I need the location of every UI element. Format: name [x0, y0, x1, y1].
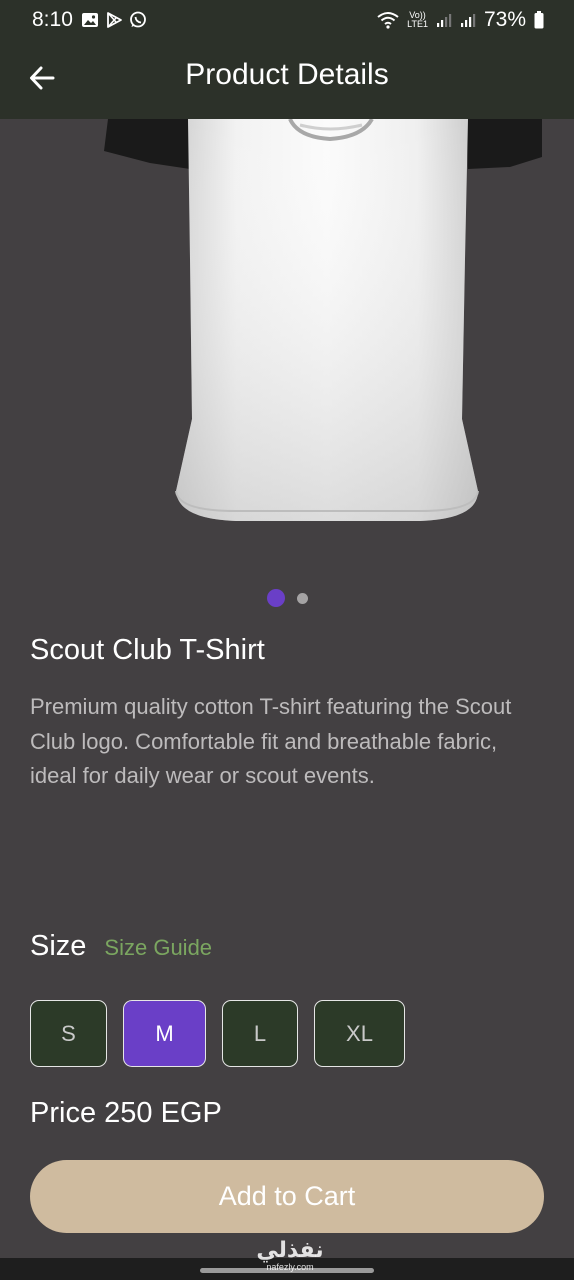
gallery-icon	[81, 13, 98, 27]
status-left: 8:10	[32, 8, 147, 32]
product-name: Scout Club T-Shirt	[30, 634, 265, 666]
app-bar: Product Details	[0, 40, 574, 119]
carousel-dot-active[interactable]	[266, 589, 285, 607]
watermark-latin: nafezly.com	[266, 1262, 314, 1272]
tshirt-image	[104, 119, 542, 521]
carousel-indicator	[0, 588, 574, 608]
size-option-xl[interactable]: XL	[314, 1000, 405, 1067]
size-option-s[interactable]: S	[30, 1000, 107, 1067]
size-guide-link[interactable]: Size Guide	[104, 935, 212, 961]
battery-icon	[534, 11, 544, 29]
size-label: Size	[30, 930, 87, 962]
add-to-cart-button[interactable]: Add to Cart	[30, 1160, 544, 1233]
signal-icon	[436, 14, 452, 27]
play-store-icon	[106, 12, 122, 28]
signal-icon-2	[460, 14, 476, 27]
status-bar: 8:10 Vo)) LTE1 73%	[0, 0, 574, 40]
size-option-m[interactable]: M	[123, 1000, 206, 1067]
carousel-dot[interactable]	[296, 592, 308, 604]
whatsapp-icon	[129, 11, 146, 28]
status-time: 8:10	[32, 8, 73, 31]
battery-percent: 73%	[483, 8, 526, 31]
wifi-icon	[377, 12, 399, 29]
size-option-l[interactable]: L	[222, 1000, 298, 1067]
notification-icons	[81, 11, 147, 29]
product-price: Price 250 EGP	[30, 1097, 222, 1129]
network-type-label: Vo)) LTE1	[407, 11, 428, 29]
status-right: Vo)) LTE1 73%	[377, 8, 544, 32]
size-options: S M L XL	[30, 1000, 405, 1067]
lte-label: LTE1	[407, 19, 428, 29]
watermark-arabic: نفذلي	[256, 1238, 324, 1263]
watermark-logo: نفذلي nafezly.com	[250, 1238, 330, 1273]
page-title: Product Details	[185, 58, 389, 91]
product-description: Premium quality cotton T-shirt featuring…	[30, 694, 512, 788]
size-header: Size Size Guide	[30, 930, 212, 963]
product-image-carousel[interactable]	[0, 119, 574, 579]
